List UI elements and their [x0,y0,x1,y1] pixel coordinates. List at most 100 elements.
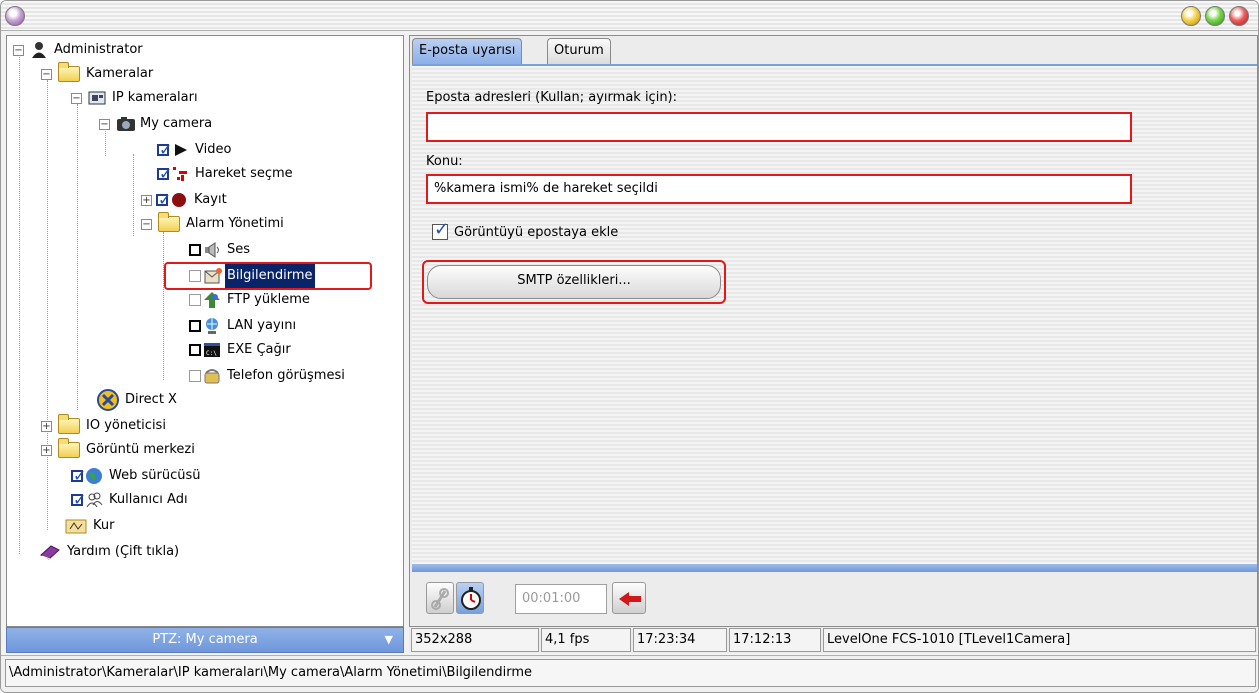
tree-item-label: Hareket seçme [195,166,293,181]
attach-image-option[interactable]: Görüntüyü epostaya ekle [432,219,618,240]
tree-item-ftp[interactable]: FTP yükleme [189,288,312,312]
setup-icon [65,517,87,535]
collapse-toggle[interactable]: − [41,68,52,80]
record-checkbox[interactable] [156,188,171,212]
title-bar [1,1,1258,31]
video-checkbox[interactable] [157,138,172,162]
exe-checkbox[interactable] [189,344,201,356]
tree-item-label: Ses [227,242,251,257]
app-window: − Administrator − Kameralar − IP kameral… [0,0,1259,693]
tree-item-io[interactable]: + IO yöneticisi [41,414,168,438]
tree-item-record[interactable]: + Kayıt [141,188,229,212]
subject-label: Konu: [426,154,463,169]
directx-icon [97,389,119,411]
ip-cameras-icon [88,89,106,107]
status-fps: 4,1 fps [541,628,631,652]
subject-input[interactable]: %kamera ismi% de hareket seçildi [426,174,1132,204]
tree-item-setup[interactable]: Kur [63,514,116,538]
admin-icon [30,41,48,59]
tree-item-label: Kayıt [194,192,227,207]
tree-item-alarm[interactable]: − Alarm Yönetimi [141,212,286,236]
tree-item-users[interactable]: Kullanıcı Adı [71,488,190,512]
users-checkbox[interactable] [71,488,86,512]
notification-checkbox[interactable] [189,270,201,282]
lan-checkbox[interactable] [189,320,201,332]
motion-icon [171,165,189,183]
tree-item-my-camera[interactable]: − My camera [99,112,214,136]
tree-item-label: Görüntü merkezi [86,442,195,457]
tab-session[interactable]: Oturum [547,38,611,64]
tree-item-label: Bilgilendirme [225,264,315,288]
tree-item-sound[interactable]: Ses [189,238,252,262]
tree-item-label: Kur [93,518,115,533]
tree-item-help[interactable]: Yardım (Çift tıkla) [37,540,181,564]
folder-icon [58,414,80,434]
timer-tool-button[interactable] [456,582,484,614]
exe-icon: C:\ [203,341,221,359]
collapse-toggle[interactable]: − [71,92,82,104]
tree-item-lan[interactable]: LAN yayını [189,314,298,338]
smtp-settings-button[interactable]: SMTP özellikleri... [427,265,721,299]
expand-toggle[interactable]: + [41,420,52,432]
motion-checkbox[interactable] [157,162,172,186]
path-bar: \Administrator\Kameralar\IP kameraları\M… [1,655,1258,692]
status-camera-model: LevelOne FCS-1010 [TLevel1Camera] [823,628,1256,652]
chevron-down-icon: ▼ [384,633,393,646]
globe-icon [85,467,103,485]
tree-item-exe[interactable]: C:\ EXE Çağır [189,338,293,362]
tree-item-phone[interactable]: Telefon görüşmesi [189,364,347,388]
stopwatch-icon [461,587,481,610]
help-book-icon [39,543,61,561]
expand-toggle[interactable]: + [41,444,52,456]
minimize-button[interactable] [1181,6,1201,26]
web-checkbox[interactable] [71,464,86,488]
status-resolution: 352x288 [411,628,539,652]
attach-image-checkbox[interactable] [432,219,449,240]
svg-text:C:\: C:\ [206,350,217,357]
collapse-toggle[interactable]: − [141,218,152,230]
expand-toggle[interactable]: + [141,194,152,206]
tree-item-label: EXE Çağır [227,342,291,357]
tree-item-label: Kullanıcı Adı [109,492,188,507]
tree-item-kameralar[interactable]: − Kameralar [41,62,155,86]
speaker-icon [203,241,221,259]
tree-item-directx[interactable]: Direct X [95,388,179,412]
tree-item-ip-cameras[interactable]: − IP kameraları [71,86,200,110]
tree-item-motion[interactable]: Hareket seçme [157,162,295,186]
tree-item-video[interactable]: Video [157,138,233,162]
ftp-checkbox[interactable] [189,294,201,306]
tree-item-administrator[interactable]: − Administrator [13,38,145,62]
phone-icon [203,367,221,385]
collapse-toggle[interactable]: − [13,44,24,56]
sound-checkbox[interactable] [189,244,201,256]
tree-item-label: LAN yayını [227,318,297,333]
camera-icon [116,115,135,133]
tree-item-label: Video [195,142,232,157]
email-addresses-input[interactable] [426,112,1132,142]
tree-item-label: My camera [140,116,213,131]
folder-icon [58,438,80,458]
record-icon [170,191,188,209]
tree-item-label: Administrator [54,42,143,57]
close-button[interactable] [1229,6,1249,26]
phone-checkbox[interactable] [189,370,201,382]
tree-item-label: Yardım (Çift tıkla) [67,544,180,559]
tree-item-notification[interactable]: Bilgilendirme [189,264,315,288]
apply-arrow-button[interactable] [612,582,646,614]
folder-open-icon [58,62,80,82]
tab-email-alert[interactable]: E-posta uyarısı [412,38,523,64]
navigation-tree: − Administrator − Kameralar − IP kameral… [6,35,404,627]
settings-panel: E-posta uyarısı Oturum Eposta adresleri … [409,35,1258,627]
play-icon [171,141,189,159]
collapse-toggle[interactable]: − [99,118,110,130]
link-tool-button[interactable] [426,582,454,614]
notify-icon [203,267,222,285]
timer-input[interactable]: 00:01:00 [515,584,607,614]
ptz-camera-select[interactable]: PTZ: My camera ▼ [6,627,404,653]
tree-item-web[interactable]: Web sürücüsü [71,464,202,488]
ptz-label: PTZ: My camera [152,632,258,647]
tree-item-label: Direct X [125,392,177,407]
tree-item-label: Telefon görüşmesi [227,368,345,383]
tree-item-image-center[interactable]: + Görüntü merkezi [41,438,197,462]
maximize-button[interactable] [1205,6,1225,26]
